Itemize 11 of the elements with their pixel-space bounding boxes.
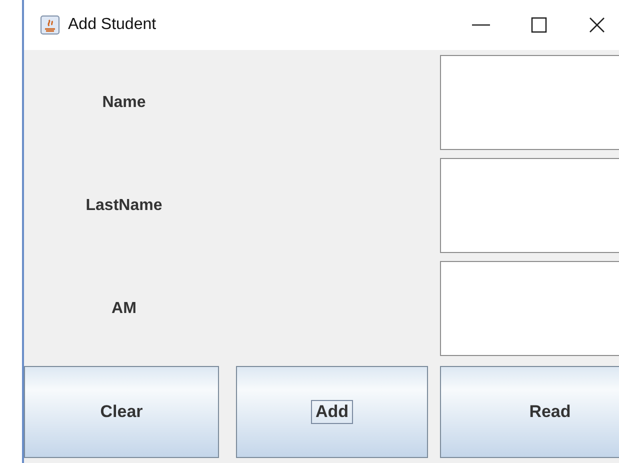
text-field[interactable] (440, 261, 619, 356)
app-icon (40, 15, 60, 35)
window-title: Add Student (68, 16, 158, 34)
text-field[interactable] (440, 55, 619, 150)
text-field[interactable] (440, 158, 619, 253)
read-button[interactable]: Read (440, 366, 619, 458)
clear-button[interactable]: Clear (24, 366, 219, 458)
field-label: Name (101, 92, 147, 112)
add-button[interactable]: Add (236, 366, 428, 458)
field-label: AM (110, 298, 138, 318)
field-label: LastName (84, 196, 164, 216)
